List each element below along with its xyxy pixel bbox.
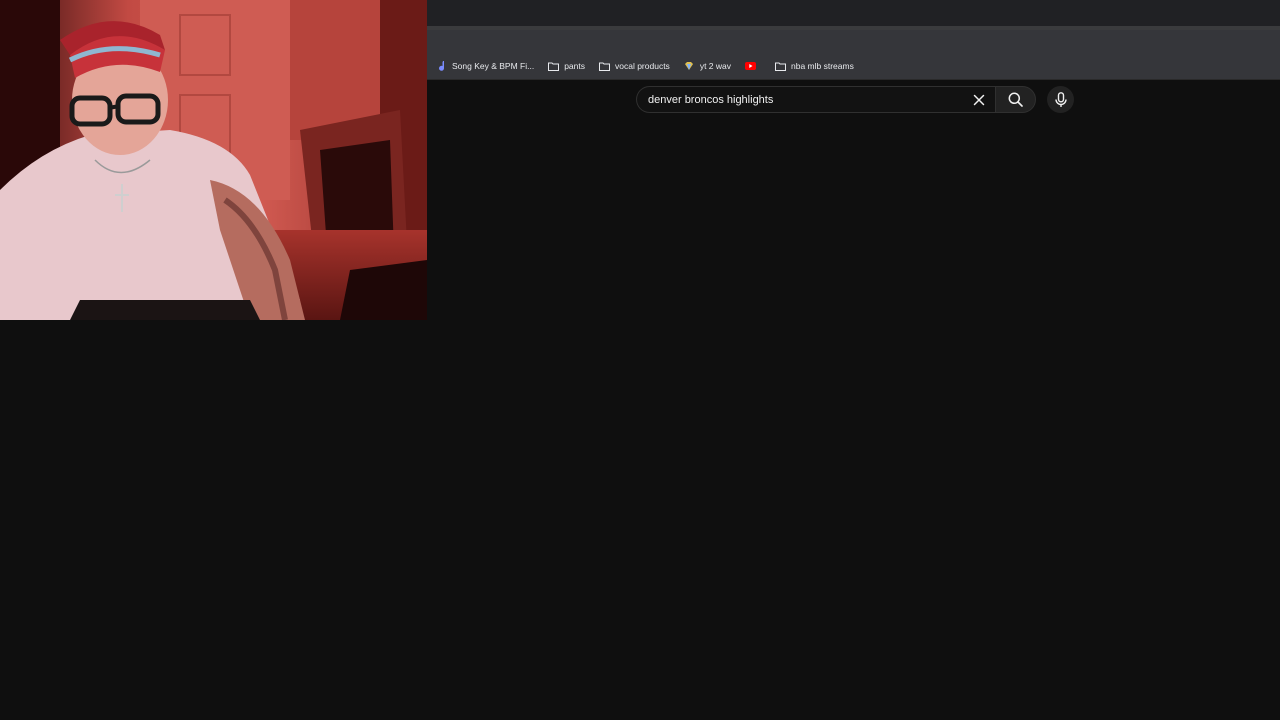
screen: Song Key & BPM Fi... pants vocal product… bbox=[0, 0, 1280, 720]
bookmark-label: yt 2 wav bbox=[699, 61, 731, 71]
folder-icon bbox=[775, 61, 786, 72]
bookmark-song-key[interactable]: Song Key & BPM Fi... bbox=[436, 56, 542, 76]
bookmark-pants[interactable]: pants bbox=[548, 56, 593, 76]
folder-icon bbox=[548, 61, 560, 72]
diamond-icon bbox=[684, 61, 695, 72]
microphone-icon bbox=[1054, 91, 1067, 107]
clear-search-button[interactable] bbox=[967, 88, 991, 112]
webcam-feed bbox=[0, 0, 427, 320]
bookmark-label: Song Key & BPM Fi... bbox=[452, 61, 535, 71]
note-icon bbox=[436, 60, 447, 72]
bookmark-label: nba mlb streams bbox=[791, 61, 854, 71]
close-icon bbox=[973, 94, 985, 105]
folder-icon bbox=[599, 61, 610, 72]
bookmark-nba-mlb-streams[interactable]: nba mlb streams bbox=[775, 56, 862, 76]
search-button[interactable] bbox=[995, 86, 1036, 113]
search-input[interactable]: denver broncos highlights bbox=[636, 86, 995, 113]
search-query-text[interactable]: denver broncos highlights bbox=[648, 94, 967, 106]
bookmark-label: pants bbox=[564, 61, 585, 71]
search-icon bbox=[1008, 92, 1023, 107]
bookmark-youtube[interactable] bbox=[745, 56, 769, 76]
bookmark-yt-2-wav[interactable]: yt 2 wav bbox=[684, 56, 739, 76]
bookmark-label: vocal products bbox=[615, 61, 670, 71]
voice-search-button[interactable] bbox=[1047, 86, 1074, 113]
webcam-overlay bbox=[0, 0, 427, 320]
bookmark-vocal-products[interactable]: vocal products bbox=[599, 56, 678, 76]
youtube-icon bbox=[745, 61, 756, 72]
